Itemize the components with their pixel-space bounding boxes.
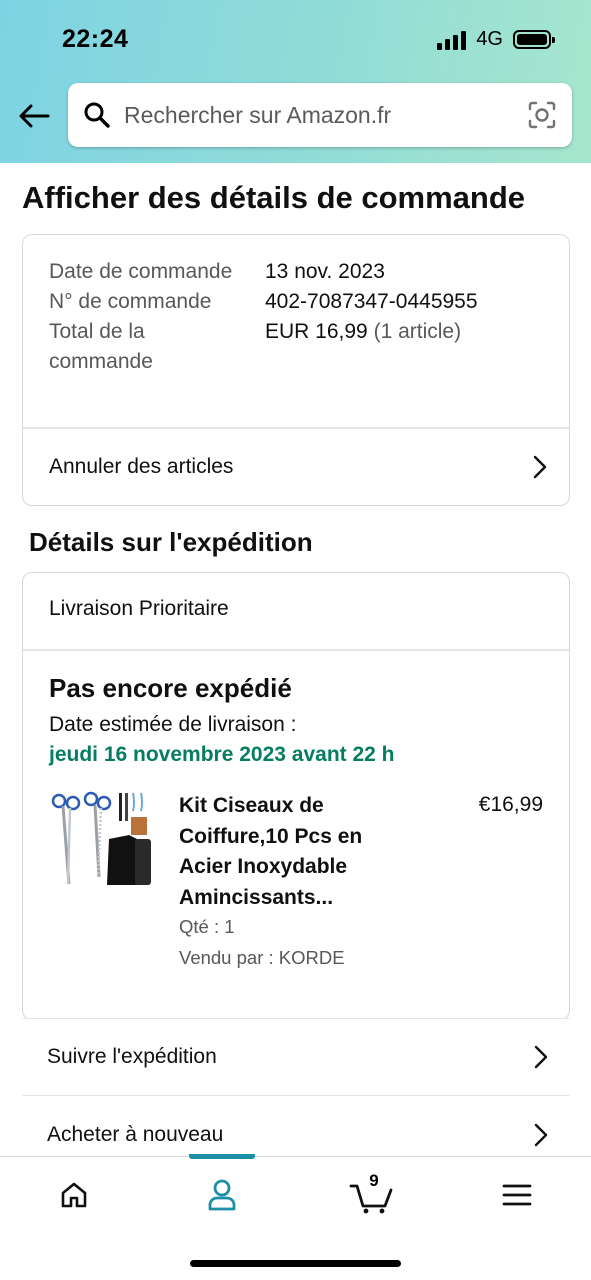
product-quantity: Qté : 1 <box>179 916 235 937</box>
order-item-count: (1 article) <box>373 320 462 343</box>
track-shipment-label: Suivre l'expédition <box>47 1045 217 1068</box>
product-seller: Vendu par : KORDE <box>179 947 345 968</box>
estimated-delivery-date: jeudi 16 novembre 2023 avant 22 h <box>49 743 395 766</box>
shipping-section-title: Détails sur l'expédition <box>29 527 313 557</box>
tab-home[interactable] <box>24 1157 124 1233</box>
app-header: 22:24 4G <box>0 0 591 163</box>
arrow-left-icon <box>19 104 50 128</box>
divider <box>23 649 569 651</box>
battery-icon <box>513 30 555 49</box>
shipping-method: Livraison Prioritaire <box>49 597 229 620</box>
status-time: 22:24 <box>62 25 129 53</box>
shipment-card: Livraison Prioritaire Pas encore expédié… <box>22 572 570 1020</box>
order-number-value: 402-7087347-0445955 <box>265 290 478 313</box>
order-date-label: Date de commande <box>49 260 233 283</box>
chevron-right-icon <box>534 1045 548 1069</box>
product-image[interactable] <box>49 789 157 897</box>
cancel-items-label: Annuler des articles <box>49 455 234 478</box>
user-icon <box>208 1179 236 1211</box>
camera-icon[interactable] <box>526 99 558 131</box>
search-input[interactable] <box>124 101 526 129</box>
shipment-status: Pas encore expédié <box>49 673 292 703</box>
product-title[interactable]: Kit Ciseaux de Coiffure,10 Pcs en Acier … <box>179 791 409 913</box>
estimated-delivery-label: Date estimée de livraison : <box>49 713 297 736</box>
order-date-value: 13 nov. 2023 <box>265 260 385 283</box>
search-bar[interactable] <box>68 83 572 147</box>
chevron-right-icon <box>533 455 547 479</box>
network-type: 4G <box>476 28 503 50</box>
cart-count-badge: 9 <box>369 1171 379 1190</box>
search-icon <box>82 100 112 130</box>
tab-menu[interactable] <box>467 1157 567 1233</box>
back-button[interactable] <box>14 96 54 136</box>
buy-again-label: Acheter à nouveau <box>47 1122 224 1146</box>
status-indicators: 4G <box>437 28 555 51</box>
product-price: €16,99 <box>478 793 543 816</box>
tab-account[interactable] <box>172 1157 272 1233</box>
order-total-amount: EUR 16,99 <box>265 320 368 343</box>
order-total-value: EUR 16,99 (1 article) <box>265 317 461 377</box>
track-shipment-link[interactable]: Suivre l'expédition <box>22 1018 570 1096</box>
order-summary-card: Date de commande 13 nov. 2023 N° de comm… <box>22 234 570 506</box>
page-title: Afficher des détails de commande <box>22 180 526 215</box>
hamburger-menu-icon <box>502 1184 532 1206</box>
order-info: Date de commande 13 nov. 2023 N° de comm… <box>49 257 478 377</box>
signal-icon <box>437 30 467 50</box>
home-indicator <box>190 1260 401 1267</box>
cancel-items-link[interactable]: Annuler des articles <box>23 428 569 506</box>
home-icon <box>61 1182 87 1208</box>
order-total-label: Total de la commande <box>49 320 153 373</box>
order-number-label: N° de commande <box>49 290 212 313</box>
tab-cart[interactable]: 9 <box>322 1157 422 1233</box>
chevron-right-icon <box>534 1123 548 1146</box>
